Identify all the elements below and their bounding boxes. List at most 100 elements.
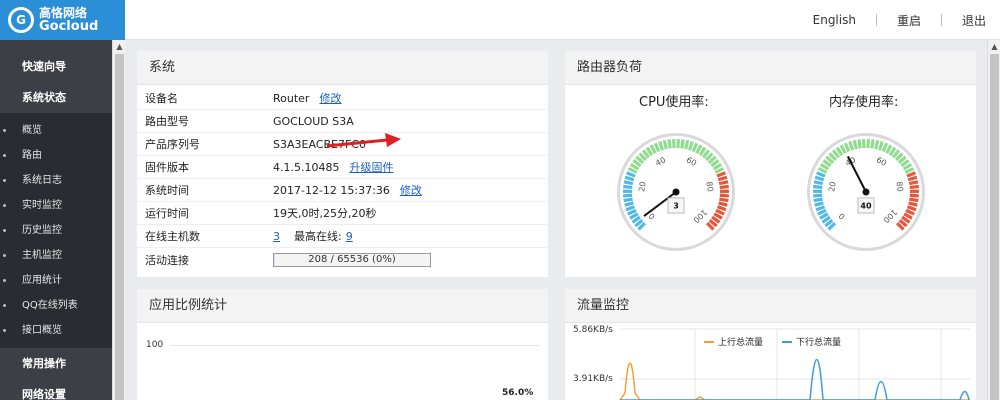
system-panel: 系统 设备名 Router 修改 路由型号 GOCLOUD S3A 产品序列号 S… (137, 51, 548, 277)
traffic-chart (619, 328, 970, 400)
gauge-tick (813, 193, 823, 198)
scroll-up-arrow-icon[interactable]: ▲ (988, 40, 1000, 53)
bullet-icon (3, 204, 6, 207)
y-axis-tick: 3.91KB/s (573, 374, 613, 384)
memory-gauge: 02040608010040 (807, 133, 925, 251)
cloud-logo-icon: G (8, 7, 34, 33)
bullet-icon (3, 129, 6, 132)
gauge-tick-label: 20 (827, 181, 837, 192)
memory-gauge-title: 内存使用率: (829, 95, 899, 110)
sidebar-item-history-monitor[interactable]: 历史监控 (0, 218, 112, 243)
sidebar-section-system-status[interactable]: 系统状态 (0, 82, 112, 113)
gauge-tick (719, 197, 729, 203)
app-ratio-panel: 应用比例统计 100 56.0% (137, 289, 548, 400)
gauge-tick (908, 201, 918, 207)
bullet-icon (3, 279, 6, 282)
sidebar-item-label: QQ在线列表 (22, 300, 78, 311)
sidebar-item-label: 主机监控 (22, 250, 62, 261)
bullet-icon (3, 254, 6, 257)
sidebar-item-label: 实时监控 (22, 200, 62, 211)
upload-series-line (619, 362, 970, 400)
sidebar-item-label: 路由 (22, 150, 42, 161)
gauge-tick (719, 184, 729, 190)
sidebar: 快速向导 系统状态 概览 路由 系统日志 实时监控 历史监控 主机监控 应用统计… (0, 40, 112, 400)
top-nav: English 重启 退出 (793, 0, 1000, 40)
legend-label: 上行总流量 (718, 338, 764, 348)
sidebar-submenu: 概览 路由 系统日志 实时监控 历史监控 主机监控 应用统计 QQ在线列表 接口… (0, 113, 112, 348)
main-scrollbar[interactable]: ▲ (987, 40, 1000, 400)
sidebar-item-app-stats[interactable]: 应用统计 (0, 268, 112, 293)
gauge-tick (623, 184, 633, 190)
traffic-monitor-panel: 流量监控 5.86KB/s 3.91KB/s 上行总流量 下行总流量 (565, 289, 976, 400)
bullet-icon (3, 154, 6, 157)
panel-title: 流量监控 (565, 289, 976, 323)
gauge-tick (623, 193, 633, 198)
sidebar-section-common-ops[interactable]: 常用操作 (0, 348, 112, 379)
legend-upload[interactable]: 上行总流量 (704, 335, 763, 348)
gauge-tick (857, 139, 862, 149)
gauge-tick (813, 197, 823, 203)
brand-name-en: Gocloud (39, 19, 99, 34)
gridline (170, 345, 540, 346)
gauge-value-label: 3 (673, 202, 679, 211)
gauge-tick (909, 184, 919, 190)
legend-swatch (782, 340, 792, 343)
legend-download[interactable]: 下行总流量 (782, 335, 841, 348)
scrollbar-thumb[interactable] (115, 54, 124, 400)
brand-text: 高恪网络 Gocloud (39, 7, 99, 34)
router-load-panel: 路由器负荷 CPU使用率: 内存使用率: 0204060801003 02040… (565, 51, 976, 277)
sidebar-section-quick-wizard[interactable]: 快速向导 (0, 51, 112, 82)
gauge-tick (813, 184, 823, 190)
y-axis-tick: 5.86KB/s (573, 325, 613, 335)
sidebar-item-qq-online[interactable]: QQ在线列表 (0, 293, 112, 318)
gauge-tick (623, 180, 634, 186)
panel-title: 应用比例统计 (137, 289, 548, 323)
cpu-gauge: 02040 60801003 (617, 133, 735, 251)
logout-link[interactable]: 退出 (942, 12, 1000, 29)
sidebar-item-label: 应用统计 (22, 275, 62, 286)
gauge-tick (814, 201, 824, 207)
gauge-tick-label: 80 (894, 181, 904, 192)
legend-label: 下行总流量 (796, 338, 842, 348)
annotation-arrow (326, 133, 401, 148)
gauge-tick (874, 139, 880, 150)
sidebar-item-realtime-monitor[interactable]: 实时监控 (0, 193, 112, 218)
arrow-head-icon (385, 133, 401, 147)
gauge-tick (870, 139, 875, 149)
gauge-tick (662, 139, 668, 150)
cpu-gauge-title: CPU使用率: (639, 95, 709, 110)
brand-logo[interactable]: G 高恪网络 Gocloud (0, 0, 125, 40)
sidebar-scrollbar[interactable]: ▲ (112, 40, 125, 400)
arrow-shaft (326, 138, 388, 148)
sidebar-item-label: 系统日志 (22, 175, 62, 186)
scrollbar-thumb[interactable] (990, 54, 999, 400)
sidebar-item-label: 历史监控 (22, 225, 62, 236)
legend-swatch (704, 340, 714, 343)
english-link[interactable]: English (793, 13, 876, 27)
sidebar-item-overview[interactable]: 概览 (0, 118, 112, 143)
top-bar: G 高恪网络 Gocloud English 重启 退出 (0, 0, 1000, 40)
gauge-tick-label: 20 (637, 181, 647, 192)
bullet-icon (3, 304, 6, 307)
sidebar-item-label: 概览 (22, 125, 42, 136)
sidebar-item-label: 接口概览 (22, 325, 62, 336)
percent-label: 56.0% (502, 388, 534, 398)
gauge-tick (719, 193, 729, 198)
gauge-tick (684, 139, 690, 150)
sidebar-section-network-settings[interactable]: 网络设置 (0, 379, 112, 400)
panel-title: 路由器负荷 (565, 51, 976, 85)
sidebar-item-system-log[interactable]: 系统日志 (0, 168, 112, 193)
sidebar-item-interface-overview[interactable]: 接口概览 (0, 318, 112, 343)
gauge-hub (862, 188, 870, 196)
scroll-up-arrow-icon[interactable]: ▲ (113, 40, 126, 53)
gauge-value-label: 40 (860, 202, 872, 211)
gauge-tick (813, 180, 824, 186)
reboot-link[interactable]: 重启 (877, 12, 941, 29)
bullet-icon (3, 179, 6, 182)
gauge-tick-label: 80 (704, 181, 714, 192)
gauge-tick (623, 197, 633, 203)
sidebar-item-route[interactable]: 路由 (0, 143, 112, 168)
gauge-tick (718, 201, 728, 207)
gauge-tick (908, 180, 919, 186)
sidebar-item-host-monitor[interactable]: 主机监控 (0, 243, 112, 268)
